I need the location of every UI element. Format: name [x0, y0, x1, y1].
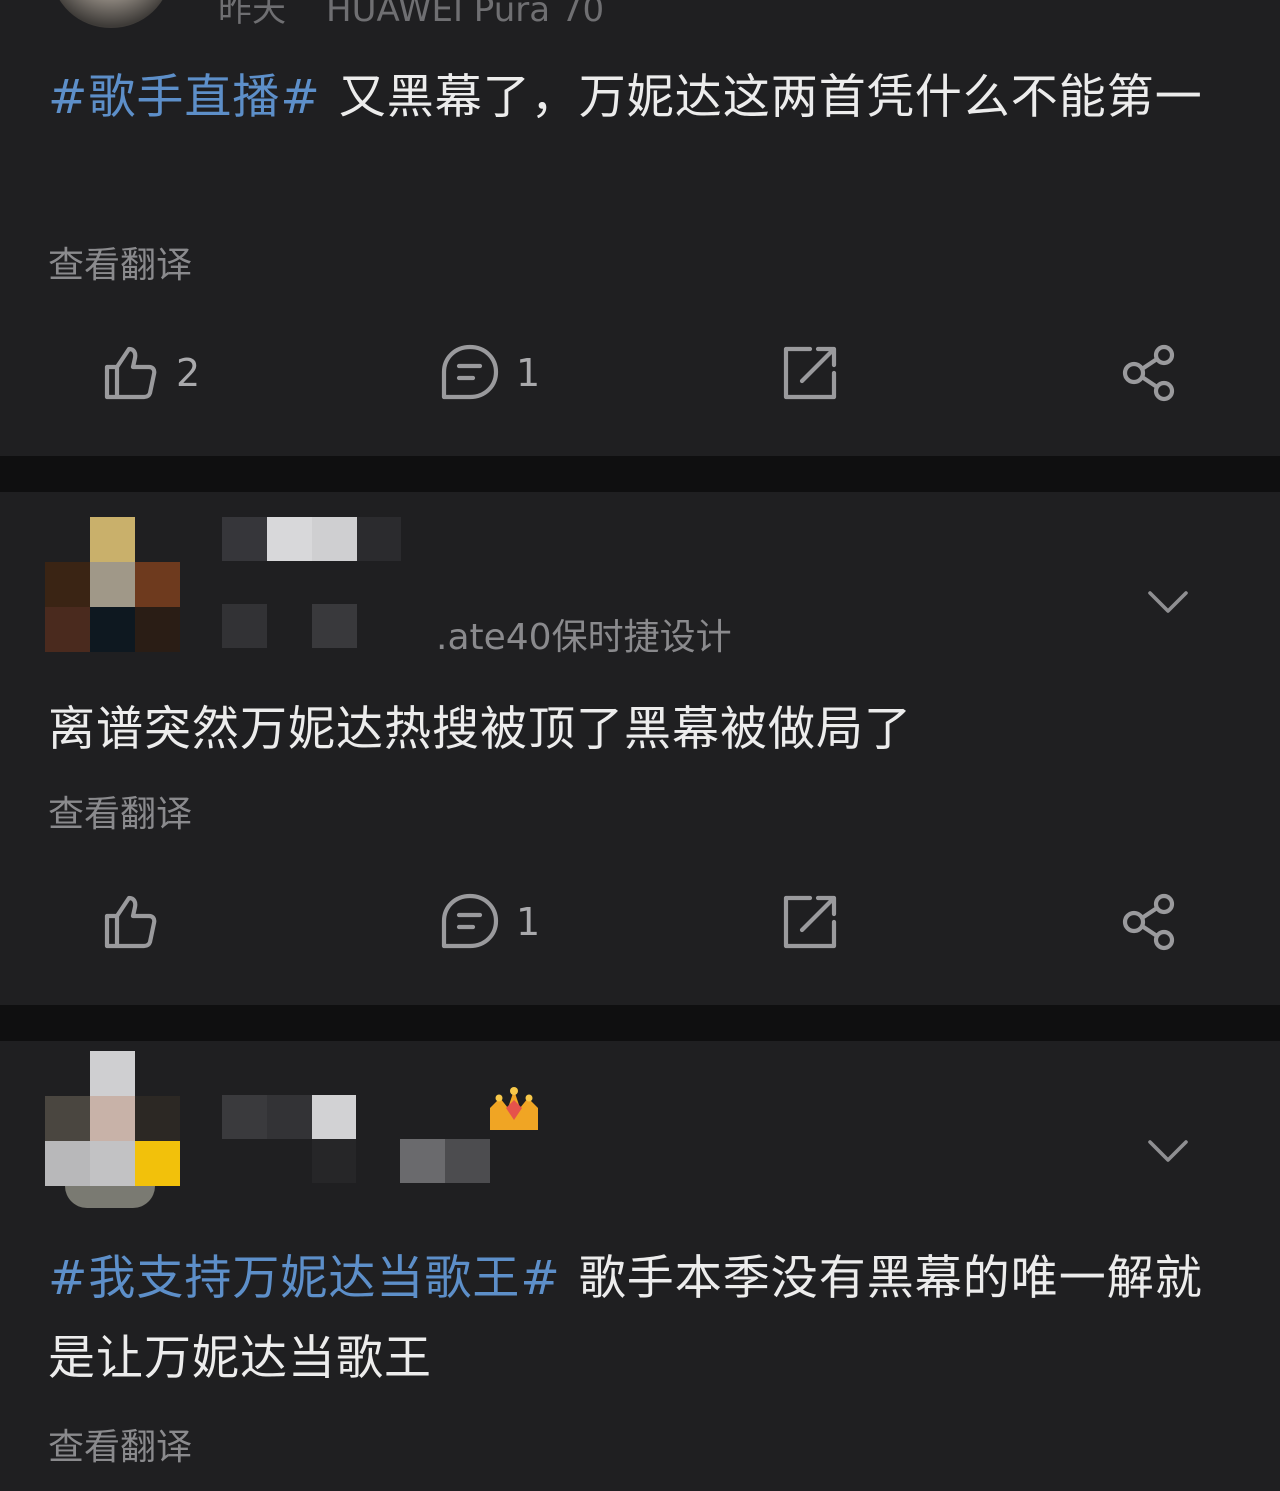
- post-card-2: .ate40保时捷设计 离谱突然万妮达热搜被顶了黑幕被做局了 查看翻译 1: [0, 492, 1280, 1005]
- post-time: 昨天: [218, 0, 286, 30]
- hashtag-link[interactable]: #我支持万妮达当歌王#: [48, 1251, 561, 1306]
- post-device: .ate40保时捷设计: [436, 617, 732, 658]
- post-device: HUAWEI Pura 70: [326, 0, 605, 30]
- share-icon: [1122, 893, 1175, 951]
- post-text: #歌手直播# 又黑幕了，万妮达这两首凭什么不能第一: [48, 58, 1240, 138]
- action-bar: 1: [0, 882, 1280, 962]
- action-bar: 2 1: [0, 333, 1280, 413]
- avatar[interactable]: [45, 1051, 180, 1209]
- crown-icon: [490, 1087, 538, 1130]
- share-button[interactable]: [1120, 882, 1180, 962]
- translate-link[interactable]: 查看翻译: [48, 236, 192, 288]
- post-card-3: #我支持万妮达当歌王# 歌手本季没有黑幕的唯一解就是让万妮达当歌王 查看翻译: [0, 1041, 1280, 1491]
- comment-icon: [441, 344, 499, 400]
- post-meta: 昨天 HUAWEI Pura 70: [218, 0, 604, 31]
- like-icon: [104, 346, 157, 400]
- repost-icon: [783, 346, 837, 400]
- like-icon: [104, 895, 157, 949]
- repost-button[interactable]: [780, 333, 840, 413]
- comment-icon: [441, 893, 499, 949]
- repost-icon: [783, 895, 837, 949]
- comment-count: 1: [516, 351, 541, 395]
- post-body: 又黑幕了，万妮达这两首凭什么不能第一: [338, 70, 1203, 125]
- comment-button[interactable]: 1: [440, 333, 540, 413]
- chevron-down-icon[interactable]: [1146, 589, 1190, 617]
- share-icon: [1122, 344, 1175, 402]
- translate-link[interactable]: 查看翻译: [48, 785, 192, 837]
- avatar[interactable]: [52, 0, 170, 28]
- chevron-down-icon[interactable]: [1146, 1138, 1190, 1166]
- like-button[interactable]: [100, 882, 176, 962]
- like-button[interactable]: 2: [100, 333, 200, 413]
- share-button[interactable]: [1120, 333, 1180, 413]
- repost-button[interactable]: [780, 882, 840, 962]
- like-count: 2: [176, 351, 201, 395]
- translate-link[interactable]: 查看翻译: [48, 1418, 192, 1470]
- post-text: 离谱突然万妮达热搜被顶了黑幕被做局了: [48, 690, 1240, 770]
- post-body: 离谱突然万妮达热搜被顶了黑幕被做局了: [48, 702, 912, 757]
- comment-count: 1: [516, 900, 541, 944]
- hashtag-link[interactable]: #歌手直播#: [48, 70, 321, 125]
- post-text: #我支持万妮达当歌王# 歌手本季没有黑幕的唯一解就是让万妮达当歌王: [48, 1239, 1240, 1399]
- avatar[interactable]: [45, 517, 180, 652]
- comment-button[interactable]: 1: [440, 882, 540, 962]
- post-card-1: 昨天 HUAWEI Pura 70 #歌手直播# 又黑幕了，万妮达这两首凭什么不能第…: [0, 0, 1280, 456]
